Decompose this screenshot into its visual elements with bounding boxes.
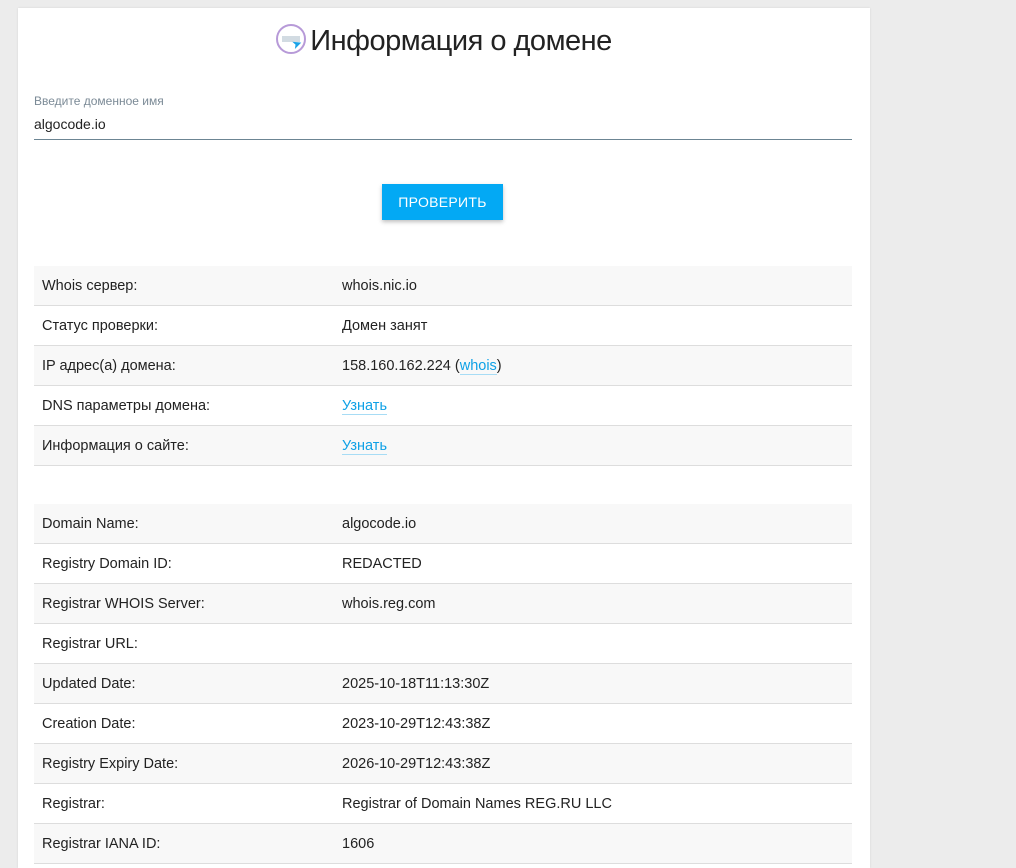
row-value: REDACTED — [334, 543, 852, 584]
row-value: 158.160.162.224 (whois) — [334, 345, 852, 386]
row-value: Узнать — [334, 425, 852, 466]
row-value: 2023-10-29T12:43:38Z — [334, 703, 852, 744]
summary-table: Whois сервер: whois.nic.io Статус проверк… — [34, 266, 852, 466]
check-button[interactable]: ПРОВЕРИТЬ — [382, 184, 503, 220]
dns-check-link[interactable]: Узнать — [342, 397, 387, 415]
domain-input[interactable]: algocode.io — [34, 108, 852, 140]
row-value: Registrar of Domain Names REG.RU LLC — [334, 783, 852, 824]
table-row: Статус проверки: Домен занят — [34, 305, 852, 346]
table-row: Информация о сайте: Узнать — [34, 425, 852, 466]
row-value: 2025-10-18T11:13:30Z — [334, 663, 852, 704]
row-value: algocode.io — [334, 504, 852, 544]
ip-address: 158.160.162.224 — [342, 357, 451, 374]
row-key: Creation Date: — [34, 703, 334, 744]
table-row: Domain Name: algocode.io — [34, 504, 852, 544]
row-value: Домен занят — [334, 305, 852, 346]
domain-info-card: ➤ Информация о домене Введите доменное им… — [18, 8, 870, 868]
domain-field: Введите доменное имя algocode.io — [34, 94, 852, 140]
domain-search-icon: ➤ — [276, 24, 307, 54]
row-key: Registrar IANA ID: — [34, 823, 334, 864]
row-key: Updated Date: — [34, 663, 334, 704]
domain-field-label: Введите доменное имя — [34, 94, 164, 108]
table-row: IP адрес(а) домена: 158.160.162.224 (whoi… — [34, 345, 852, 386]
row-key: Информация о сайте: — [34, 425, 334, 466]
row-key: Domain Name: — [34, 504, 334, 544]
table-row: Registry Domain ID: REDACTED — [34, 543, 852, 584]
row-value — [334, 623, 852, 664]
site-info-link[interactable]: Узнать — [342, 437, 387, 455]
row-key: Registrar: — [34, 783, 334, 824]
row-key: Registrar WHOIS Server: — [34, 583, 334, 624]
table-row: DNS параметры домена: Узнать — [34, 385, 852, 426]
row-value: 2026-10-29T12:43:38Z — [334, 743, 852, 784]
row-key: Registry Expiry Date: — [34, 743, 334, 784]
row-value: whois.reg.com — [334, 583, 852, 624]
row-value: Узнать — [334, 385, 852, 426]
ip-whois-link[interactable]: whois — [459, 357, 497, 375]
row-value: 1606 — [334, 823, 852, 864]
row-key: Registrar URL: — [34, 623, 334, 664]
table-row: Registry Expiry Date: 2026-10-29T12:43:38… — [34, 743, 852, 784]
whois-table: Domain Name: algocode.io Registry Domain … — [34, 504, 852, 864]
row-key: Статус проверки: — [34, 305, 334, 346]
page-title-text: Информация о домене — [310, 25, 612, 57]
table-row: Creation Date: 2023-10-29T12:43:38Z — [34, 703, 852, 744]
row-key: Registry Domain ID: — [34, 543, 334, 584]
table-row: Registrar: Registrar of Domain Names REG.… — [34, 783, 852, 824]
table-row: Updated Date: 2025-10-18T11:13:30Z — [34, 663, 852, 704]
row-key: DNS параметры домена: — [34, 385, 334, 426]
row-value: whois.nic.io — [334, 266, 852, 306]
row-key: IP адрес(а) домена: — [34, 345, 334, 386]
table-row: Registrar WHOIS Server: whois.reg.com — [34, 583, 852, 624]
table-row: Whois сервер: whois.nic.io — [34, 266, 852, 306]
table-row: Registrar URL: — [34, 623, 852, 664]
row-key: Whois сервер: — [34, 266, 334, 306]
table-row: Registrar IANA ID: 1606 — [34, 823, 852, 864]
page-title: ➤ Информация о домене — [18, 24, 870, 58]
